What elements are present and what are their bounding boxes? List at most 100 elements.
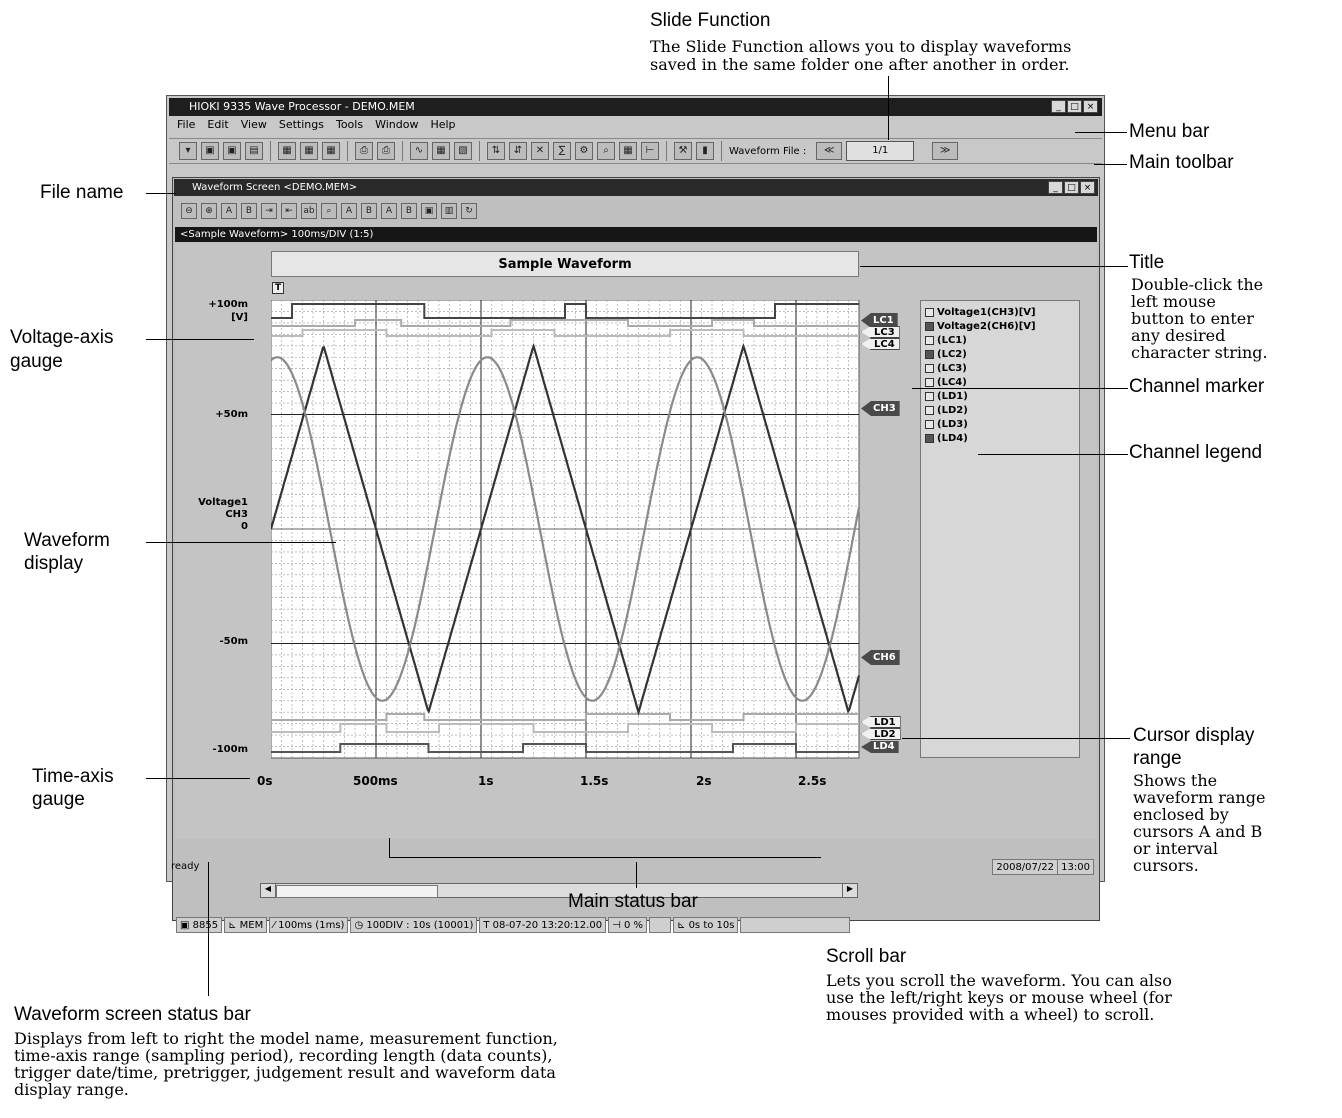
pulse-icon xyxy=(925,378,934,387)
save-as-icon[interactable]: ▣ xyxy=(223,142,241,160)
scroll-right-icon[interactable]: ▶ xyxy=(842,884,857,897)
menu-edit[interactable]: Edit xyxy=(207,118,228,135)
tools-icon[interactable]: ⚒ xyxy=(674,142,692,160)
magnify-icon[interactable]: ⌕ xyxy=(321,203,337,219)
title-note-5: character string. xyxy=(1131,343,1268,362)
menu-window[interactable]: Window xyxy=(375,118,418,135)
scrollbar[interactable]: ◀ ▶ xyxy=(260,883,858,898)
clock-text: 13:00 xyxy=(1057,859,1094,875)
waveform-status-bar: ▣ 8855 ⊾ MEM ⁄ 100ms (1ms) ◷ 100DIV : 10… xyxy=(176,916,1069,934)
legend-item[interactable]: (LD2) xyxy=(925,405,968,416)
calc-icon[interactable]: ∑ xyxy=(553,142,571,160)
trigger-time-cell: T 08-07-20 13:20:12.00 xyxy=(479,917,607,933)
paste-icon[interactable]: ▦ xyxy=(322,142,340,160)
waveform-file-field[interactable]: 1/1 xyxy=(846,141,915,161)
export-icon[interactable]: ▦ xyxy=(278,142,296,160)
cursor-b-icon[interactable]: B xyxy=(241,203,257,219)
cursor-range-label-2: range xyxy=(1133,748,1182,769)
save-icon[interactable]: ▣ xyxy=(201,142,219,160)
channel-legend-label: Channel legend xyxy=(1129,442,1263,463)
waveform-display-label-2: display xyxy=(24,553,84,574)
main-toolbar: ▾ ▣ ▣ ▤ ▦ ▦ ▦ ⎙ ⎙ ∿ ▦ ▧ ⇅ ⇵ ✕ ∑ ⚙ ⌕ ▦ ⊢ … xyxy=(169,138,1102,164)
voltage-gauge-label-1: Voltage-axis xyxy=(10,327,114,348)
time-gauge-label-2: gauge xyxy=(32,789,85,810)
align-icon[interactable]: ⇵ xyxy=(509,142,527,160)
legend-label: (LD1) xyxy=(937,391,968,402)
close-button[interactable]: × xyxy=(1083,100,1098,113)
slide-function-heading: Slide Function xyxy=(650,10,771,31)
legend-item[interactable]: (LC4) xyxy=(925,377,967,388)
child-close-button[interactable]: × xyxy=(1080,181,1095,194)
ab-icon[interactable]: ab xyxy=(301,203,317,219)
x-tick-5: 2.5s xyxy=(798,774,827,788)
search-icon[interactable]: ⌕ xyxy=(597,142,615,160)
grid-icon[interactable]: ▦ xyxy=(619,142,637,160)
cursor-b-bold-icon[interactable]: B xyxy=(361,203,377,219)
legend-item[interactable]: Voltage2(CH6)[V] xyxy=(925,321,1036,332)
arrange-icon[interactable]: ⇅ xyxy=(487,142,505,160)
scroll-left-icon[interactable]: ◀ xyxy=(261,884,276,897)
legend-item[interactable]: (LC3) xyxy=(925,363,967,374)
cursor-a-icon[interactable]: A xyxy=(221,203,237,219)
print-preview-icon[interactable]: ⎙ xyxy=(377,142,395,160)
wss-note-4: display range. xyxy=(14,1080,129,1099)
menu-bar: File Edit View Settings Tools Window Hel… xyxy=(171,118,456,135)
cursor-a-under-icon[interactable]: A xyxy=(381,203,397,219)
menu-settings[interactable]: Settings xyxy=(279,118,324,135)
chart-title[interactable]: Sample Waveform xyxy=(271,251,859,277)
y-tick-plus50: +50m xyxy=(215,409,248,420)
xy-icon[interactable]: ✕ xyxy=(531,142,549,160)
child-minimize-button[interactable]: _ xyxy=(1048,181,1063,194)
print-icon[interactable]: ⎙ xyxy=(355,142,373,160)
menu-view[interactable]: View xyxy=(241,118,267,135)
settings-icon[interactable]: ⚙ xyxy=(575,142,593,160)
legend-item[interactable]: Voltage1(CH3)[V] xyxy=(925,307,1036,318)
next-file-button[interactable]: ≫ xyxy=(932,142,959,160)
pretrigger-cell: ⊣ 0 % xyxy=(608,917,647,933)
minimize-button[interactable]: _ xyxy=(1051,100,1066,113)
menu-file[interactable]: File xyxy=(177,118,195,135)
child-maximize-button[interactable]: □ xyxy=(1064,181,1079,194)
x-tick-2: 1s xyxy=(478,774,494,788)
screen-icon[interactable]: ▣ xyxy=(421,203,437,219)
main-status-label: Main status bar xyxy=(568,891,698,912)
zoom-in-icon[interactable]: ⊕ xyxy=(201,203,217,219)
title-label: Title xyxy=(1129,252,1165,273)
waveform-plot[interactable] xyxy=(271,300,861,760)
maximize-button[interactable]: □ xyxy=(1067,100,1082,113)
cursor-a-bold-icon[interactable]: A xyxy=(341,203,357,219)
zoom-out-icon[interactable]: ⊖ xyxy=(181,203,197,219)
y-tick-zero: 0 xyxy=(241,521,248,532)
wss-note-1: Displays from left to right the model na… xyxy=(14,1029,558,1048)
legend-item[interactable]: (LC1) xyxy=(925,335,967,346)
title-note-2: left mouse xyxy=(1131,292,1216,311)
layout-icon[interactable]: ▥ xyxy=(441,203,457,219)
cursor-b-under-icon[interactable]: B xyxy=(401,203,417,219)
menu-tools[interactable]: Tools xyxy=(336,118,363,135)
x-tick-1: 500ms xyxy=(353,774,398,788)
legend-label: (LC2) xyxy=(937,349,967,360)
refresh-icon[interactable]: ↻ xyxy=(461,203,477,219)
save-all-icon[interactable]: ▤ xyxy=(245,142,263,160)
date-text: 2008/07/22 xyxy=(992,859,1058,875)
copy-icon[interactable]: ▦ xyxy=(300,142,318,160)
legend-item[interactable]: (LD3) xyxy=(925,419,968,430)
graph-icon[interactable]: ▧ xyxy=(454,142,472,160)
table-icon[interactable]: ▦ xyxy=(432,142,450,160)
prev-file-button[interactable]: ≪ xyxy=(816,142,843,160)
open-icon[interactable]: ▾ xyxy=(179,142,197,160)
model-cell: ▣ 8855 xyxy=(176,917,223,933)
cursor-icon[interactable]: ⊢ xyxy=(641,142,659,160)
pulse-icon xyxy=(925,392,934,401)
scroll-thumb[interactable] xyxy=(276,885,438,898)
exit-icon[interactable]: ▮ xyxy=(696,142,714,160)
menu-help[interactable]: Help xyxy=(430,118,455,135)
title-note-3: button to enter xyxy=(1131,309,1254,328)
legend-item[interactable]: (LD1) xyxy=(925,391,968,402)
jump-icon[interactable]: ⇥ xyxy=(261,203,277,219)
legend-item[interactable]: (LD4) xyxy=(925,433,968,444)
waveform-icon[interactable]: ∿ xyxy=(410,142,428,160)
jump-back-icon[interactable]: ⇤ xyxy=(281,203,297,219)
x-tick-3: 1.5s xyxy=(580,774,609,788)
legend-item[interactable]: (LC2) xyxy=(925,349,967,360)
